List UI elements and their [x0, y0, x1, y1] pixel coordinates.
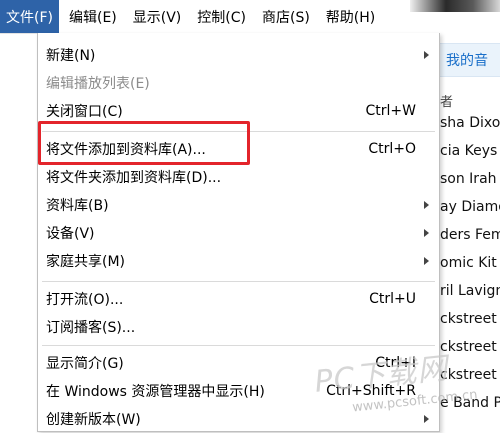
album-thumbnail [410, 0, 500, 12]
list-item[interactable]: ders Fem [440, 221, 500, 249]
list-item[interactable]: e Band P [440, 389, 500, 417]
menu-file[interactable]: 文件(F) [0, 0, 59, 33]
menu-item-edit-playlist: 编辑播放列表(E) [38, 69, 439, 97]
artist-column-header[interactable]: 者 [440, 91, 500, 111]
list-item[interactable]: ckstreet [440, 305, 500, 333]
menu-separator [42, 281, 435, 282]
my-music-link[interactable]: 我的音 [440, 43, 500, 77]
menu-view[interactable]: 显示(V) [127, 0, 188, 33]
file-menu-dropdown: 新建(N) 编辑播放列表(E) 关闭窗口(C) Ctrl+W 将文件添加到资料库… [37, 33, 440, 432]
submenu-arrow-icon [424, 229, 429, 237]
submenu-arrow-icon [424, 201, 429, 209]
list-item[interactable]: sha Dixo [440, 109, 500, 137]
list-item[interactable]: cia Keys [440, 137, 500, 165]
shortcut-label: Ctrl+O [368, 141, 416, 157]
list-item[interactable]: ckstreet [440, 361, 500, 389]
submenu-arrow-icon [424, 51, 429, 59]
menu-item-open-stream[interactable]: 打开流(O)... Ctrl+U [38, 285, 439, 313]
menu-item-label: 创建新版本(W) [46, 412, 141, 428]
shortcut-label: Ctrl+U [369, 291, 416, 307]
menu-bar: 文件(F) 编辑(E) 显示(V) 控制(C) 商店(S) 帮助(H) [0, 0, 500, 34]
menu-separator [42, 345, 435, 346]
list-item[interactable]: ckstreet [440, 333, 500, 361]
menu-item-label: 订阅播客(S)... [46, 320, 136, 336]
menu-help[interactable]: 帮助(H) [320, 0, 381, 33]
menu-item-label: 在 Windows 资源管理器中显示(H) [46, 384, 265, 400]
menu-item-show-in-explorer[interactable]: 在 Windows 资源管理器中显示(H) Ctrl+Shift+R [38, 377, 439, 405]
menu-item-label: 设备(V) [46, 226, 95, 242]
menu-edit[interactable]: 编辑(E) [63, 0, 123, 33]
menu-item-home-sharing[interactable]: 家庭共享(M) [38, 247, 439, 275]
library-pane: 我的音 者 sha Dixo cia Keys son Irah ay Diam… [440, 33, 500, 432]
menu-item-library[interactable]: 资料库(B) [38, 191, 439, 219]
shortcut-label: Ctrl+I [375, 355, 416, 371]
submenu-arrow-icon [424, 257, 429, 265]
list-item[interactable]: son Irah [440, 165, 500, 193]
menu-item-label: 关闭窗口(C) [46, 104, 123, 120]
menu-item-label: 显示简介(G) [46, 356, 124, 372]
list-item[interactable]: omic Kit [440, 249, 500, 277]
annotation-highlight-box [38, 121, 250, 165]
menu-item-new[interactable]: 新建(N) [38, 41, 439, 69]
menu-item-create-new-version[interactable]: 创建新版本(W) [38, 405, 439, 433]
menu-item-label: 编辑播放列表(E) [46, 76, 150, 92]
menu-item-label: 将文件夹添加到资料库(D)... [46, 170, 222, 186]
menu-item-label: 资料库(B) [46, 198, 109, 214]
list-item[interactable]: ay Diamo [440, 193, 500, 221]
shortcut-label: Ctrl+W [365, 103, 416, 119]
menu-item-devices[interactable]: 设备(V) [38, 219, 439, 247]
menu-controls[interactable]: 控制(C) [191, 0, 252, 33]
menu-item-label: 家庭共享(M) [46, 254, 126, 270]
submenu-arrow-icon [424, 415, 429, 423]
menu-item-add-folder-to-library[interactable]: 将文件夹添加到资料库(D)... [38, 163, 439, 191]
menu-item-label: 打开流(O)... [46, 292, 124, 308]
menu-item-get-info[interactable]: 显示简介(G) Ctrl+I [38, 349, 439, 377]
menu-store[interactable]: 商店(S) [256, 0, 316, 33]
shortcut-label: Ctrl+Shift+R [326, 383, 416, 399]
menu-item-subscribe-podcast[interactable]: 订阅播客(S)... [38, 313, 439, 341]
list-item[interactable]: ril Lavign [440, 277, 500, 305]
menu-item-label: 新建(N) [46, 48, 96, 64]
